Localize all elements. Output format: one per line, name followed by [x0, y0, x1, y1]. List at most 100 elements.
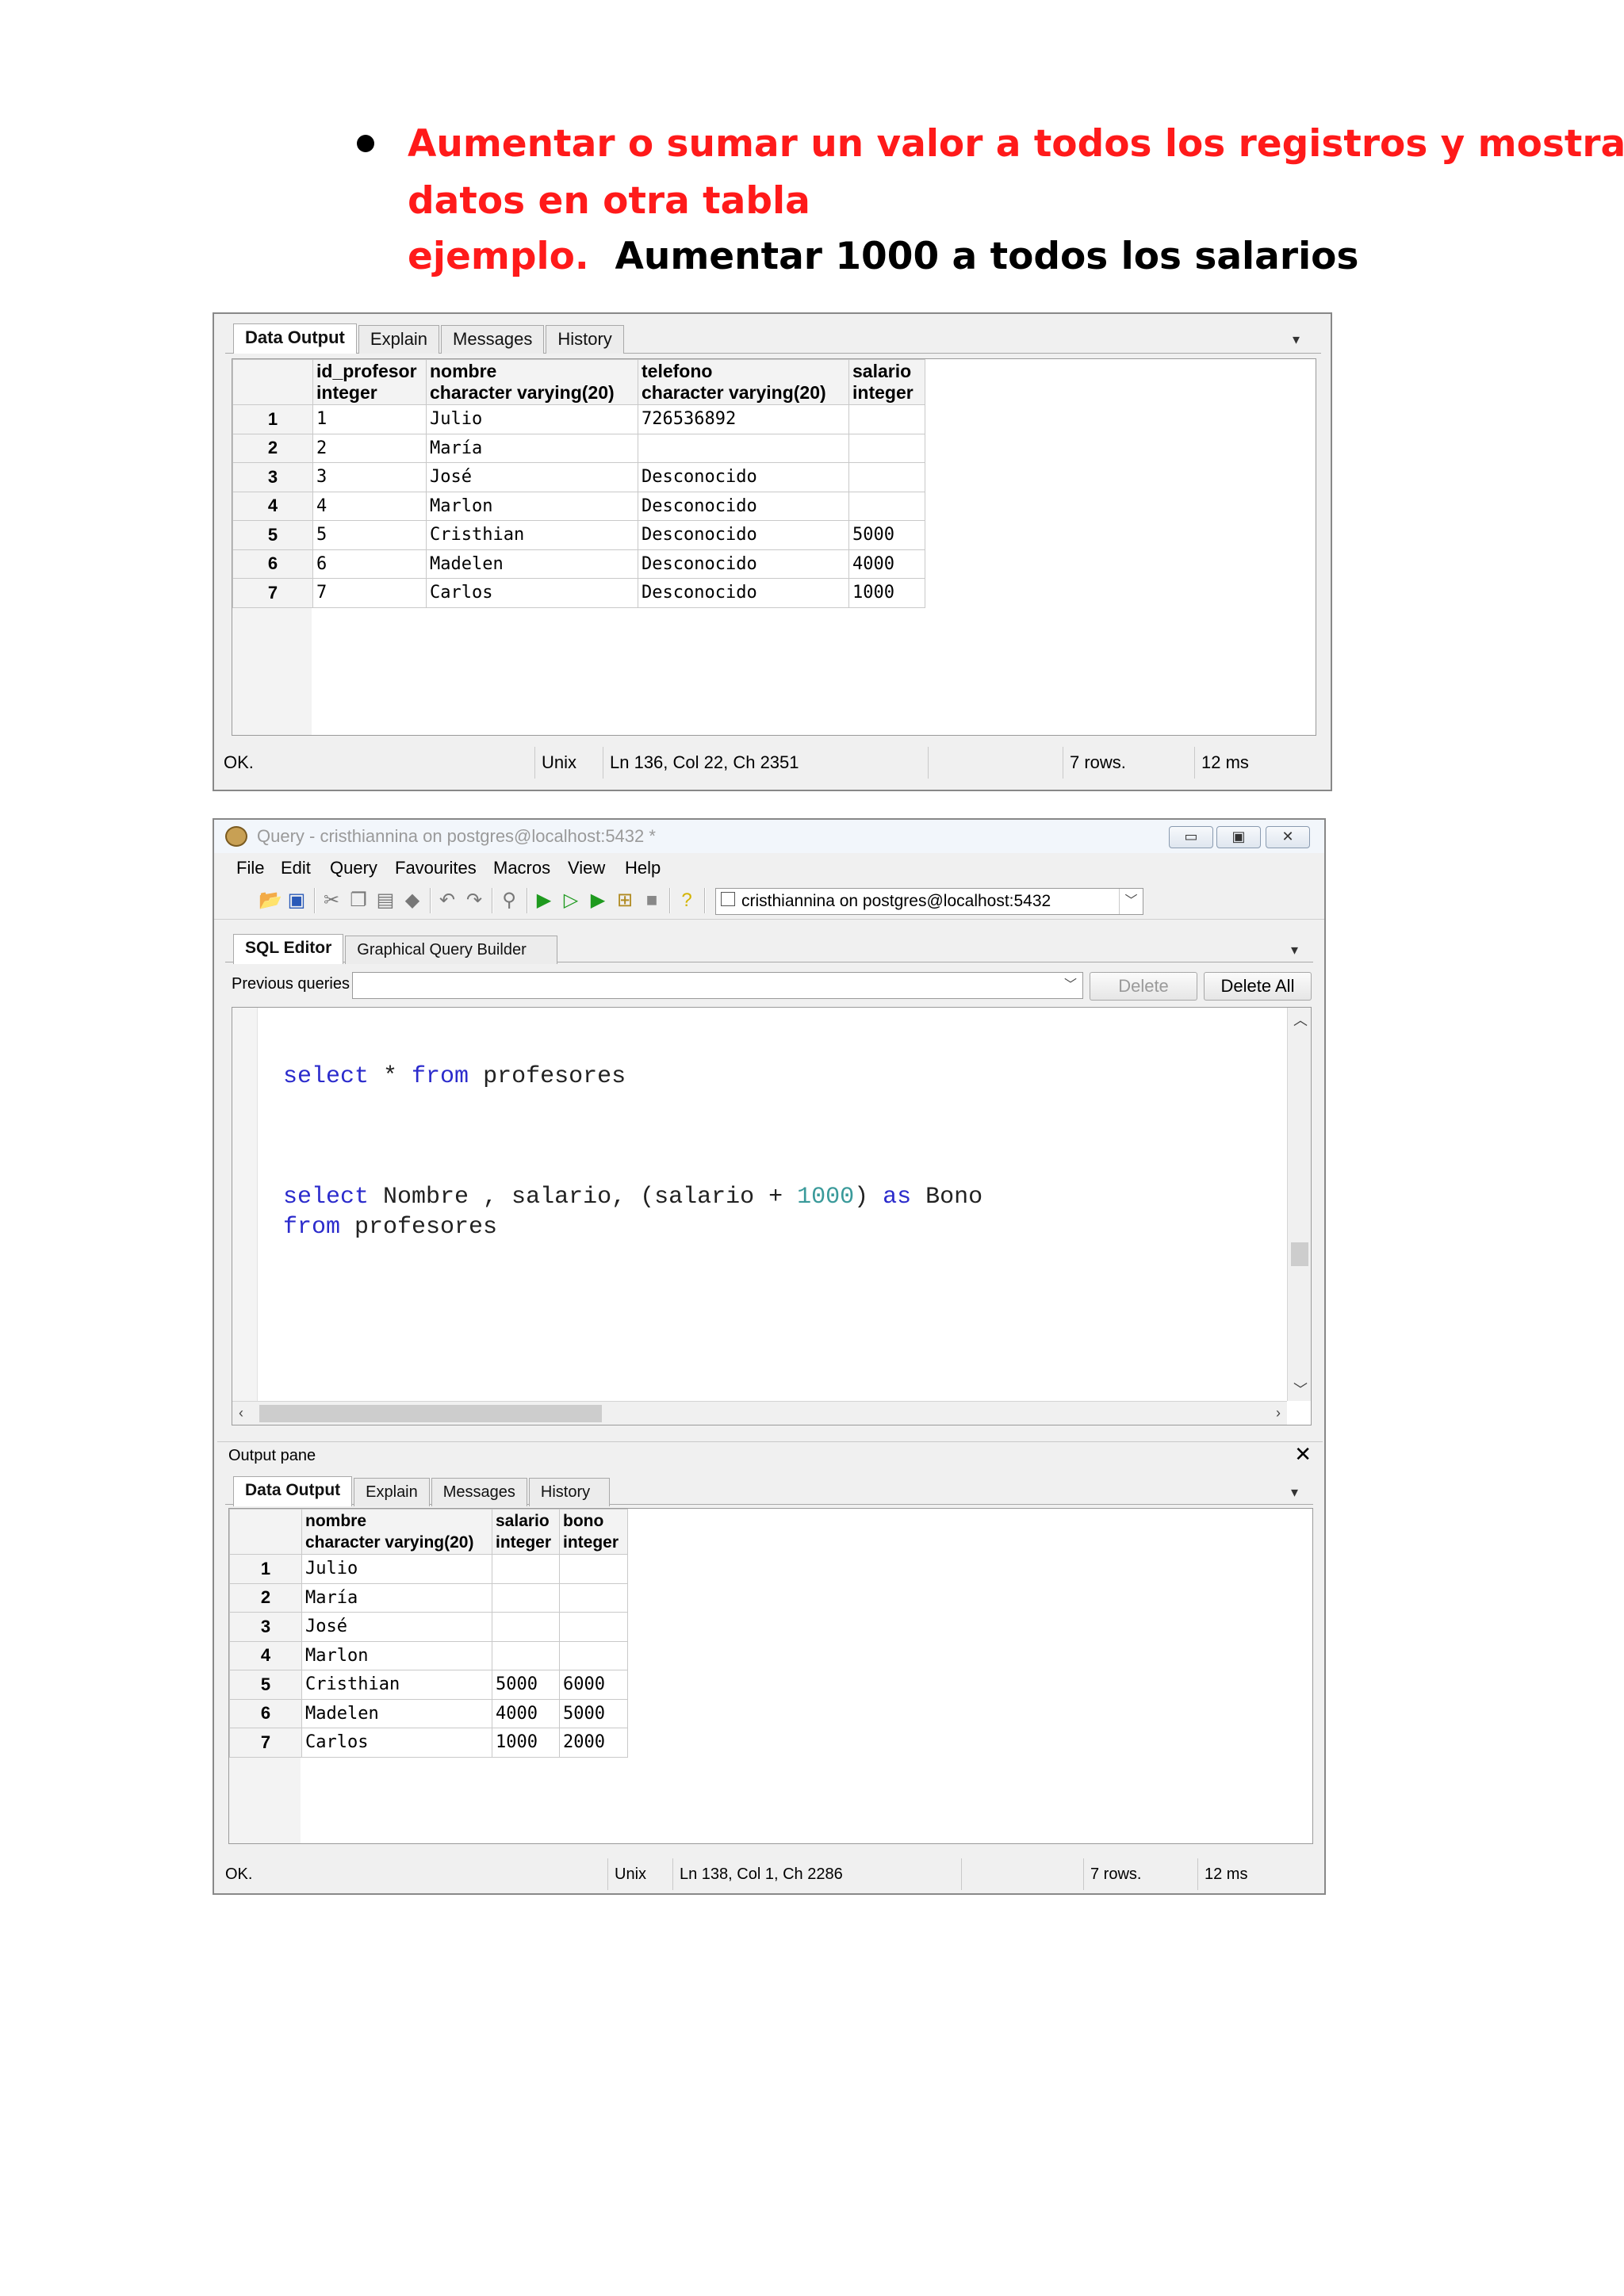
open-file-icon[interactable]: 📂 [259, 890, 282, 912]
table-row[interactable]: 2 2 María [232, 433, 925, 463]
cell[interactable] [848, 433, 925, 463]
delete-button[interactable]: Delete [1090, 972, 1197, 1001]
cell[interactable]: Cristhian [426, 520, 638, 550]
table-row[interactable]: 6 6 Madelen Desconocido 4000 [232, 549, 925, 579]
tab-graphical-query-builder[interactable]: Graphical Query Builder [345, 936, 558, 964]
column-header-nombre[interactable]: nombre character varying(20) [426, 359, 638, 405]
cell[interactable]: Marlon [301, 1640, 492, 1670]
cell[interactable] [492, 1554, 560, 1584]
clear-icon[interactable]: ◆ [401, 890, 423, 912]
table-row[interactable]: 6 Madelen 4000 5000 [229, 1698, 628, 1728]
scroll-up-icon[interactable]: ︿ [1293, 1009, 1308, 1030]
scroll-thumb[interactable] [1291, 1242, 1308, 1266]
tab-data-output[interactable]: Data Output [233, 1476, 353, 1506]
redo-icon[interactable]: ↷ [463, 890, 485, 912]
column-header-nombre[interactable]: nombre character varying(20) [301, 1509, 492, 1555]
close-output-pane-icon[interactable]: ✕ [1294, 1442, 1312, 1467]
cell[interactable]: 5000 [848, 520, 925, 550]
chevron-down-icon[interactable]: ﹀ [1059, 973, 1082, 998]
tab-history[interactable]: History [546, 325, 624, 354]
cell[interactable]: 6000 [559, 1670, 628, 1700]
sql-editor[interactable]: select * from profesores select Nombre ,… [232, 1007, 1312, 1425]
menu-query[interactable]: Query [330, 858, 377, 878]
cell[interactable]: 4 [312, 491, 427, 521]
tab-menu-icon[interactable]: ▾ [1291, 1484, 1298, 1501]
cell[interactable]: 1000 [848, 578, 925, 608]
find-icon[interactable]: ⚲ [498, 890, 520, 912]
cell[interactable] [492, 1640, 560, 1670]
cell[interactable]: 5000 [492, 1670, 560, 1700]
cut-icon[interactable]: ✂ [320, 890, 343, 912]
delete-all-button[interactable]: Delete All [1204, 972, 1312, 1001]
tab-explain[interactable]: Explain [358, 325, 440, 354]
paste-icon[interactable]: ▤ [374, 890, 396, 912]
table-row[interactable]: 4 4 Marlon Desconocido [232, 491, 925, 521]
menu-help[interactable]: Help [625, 858, 661, 878]
cell[interactable]: 1000 [492, 1728, 560, 1758]
column-header-telefono[interactable]: telefono character varying(20) [638, 359, 849, 405]
cell[interactable]: 4000 [492, 1698, 560, 1728]
cell[interactable] [559, 1612, 628, 1642]
cell[interactable] [559, 1554, 628, 1584]
cell[interactable] [559, 1582, 628, 1613]
cell[interactable]: 6 [312, 549, 427, 579]
cell[interactable]: 2 [312, 433, 427, 463]
column-header-bono[interactable]: bono integer [559, 1509, 628, 1555]
cell[interactable]: Marlon [426, 491, 638, 521]
cell[interactable]: 4000 [848, 549, 925, 579]
close-window-button[interactable]: ✕ [1266, 826, 1310, 848]
tab-data-output[interactable]: Data Output [233, 323, 357, 354]
tab-explain[interactable]: Explain [354, 1478, 430, 1506]
table-row[interactable]: 1 Julio [229, 1554, 628, 1584]
scroll-left-icon[interactable]: ‹ [239, 1405, 243, 1422]
explain-icon[interactable]: ⊞ [614, 890, 636, 912]
tab-menu-icon[interactable]: ▾ [1291, 942, 1298, 959]
cell[interactable]: Madelen [301, 1698, 492, 1728]
cell[interactable] [492, 1582, 560, 1613]
editor-horizontal-scrollbar[interactable]: ‹ › [232, 1401, 1287, 1425]
table-row[interactable]: 4 Marlon [229, 1640, 628, 1670]
cancel-query-icon[interactable]: ■ [641, 890, 663, 912]
menu-view[interactable]: View [568, 858, 605, 878]
cell[interactable] [638, 433, 849, 463]
table-row[interactable]: 2 María [229, 1582, 628, 1613]
copy-icon[interactable]: ❐ [347, 890, 370, 912]
cell[interactable]: 5000 [559, 1698, 628, 1728]
tab-sql-editor[interactable]: SQL Editor [233, 934, 344, 964]
column-header-id-profesor[interactable]: id_profesor integer [312, 359, 427, 405]
menu-macros[interactable]: Macros [493, 858, 550, 878]
table-row[interactable]: 3 José [229, 1612, 628, 1642]
minimize-button[interactable]: ▭ [1169, 826, 1213, 848]
cell[interactable]: María [301, 1582, 492, 1613]
tab-history[interactable]: History [528, 1478, 610, 1506]
previous-queries-select[interactable]: ﹀ [352, 972, 1083, 999]
cell[interactable]: Desconocido [638, 462, 849, 492]
cell[interactable] [848, 491, 925, 521]
scroll-down-icon[interactable]: ﹀ [1293, 1379, 1308, 1399]
scroll-thumb[interactable] [259, 1405, 602, 1422]
cell[interactable]: 726536892 [638, 404, 849, 434]
cell[interactable]: Julio [426, 404, 638, 434]
help-icon[interactable]: ? [676, 890, 698, 912]
cell[interactable]: José [301, 1612, 492, 1642]
cell[interactable]: Madelen [426, 549, 638, 579]
chevron-down-icon[interactable]: ﹀ [1119, 889, 1143, 914]
cell[interactable]: Julio [301, 1554, 492, 1584]
cell[interactable] [848, 462, 925, 492]
cell[interactable] [848, 404, 925, 434]
cell[interactable]: María [426, 433, 638, 463]
cell[interactable]: Desconocido [638, 549, 849, 579]
tab-messages[interactable]: Messages [431, 1478, 527, 1506]
cell[interactable]: Carlos [301, 1728, 492, 1758]
table-row[interactable]: 5 Cristhian 5000 6000 [229, 1670, 628, 1700]
menu-edit[interactable]: Edit [281, 858, 311, 878]
execute-icon[interactable]: ▶ [533, 890, 555, 912]
cell[interactable]: Desconocido [638, 520, 849, 550]
cell[interactable]: 7 [312, 578, 427, 608]
menu-file[interactable]: File [236, 858, 264, 878]
column-header-salario[interactable]: salario integer [848, 359, 925, 405]
table-row[interactable]: 1 1 Julio 726536892 [232, 404, 925, 434]
cell[interactable]: 5 [312, 520, 427, 550]
cell[interactable]: Cristhian [301, 1670, 492, 1700]
cell[interactable]: 1 [312, 404, 427, 434]
